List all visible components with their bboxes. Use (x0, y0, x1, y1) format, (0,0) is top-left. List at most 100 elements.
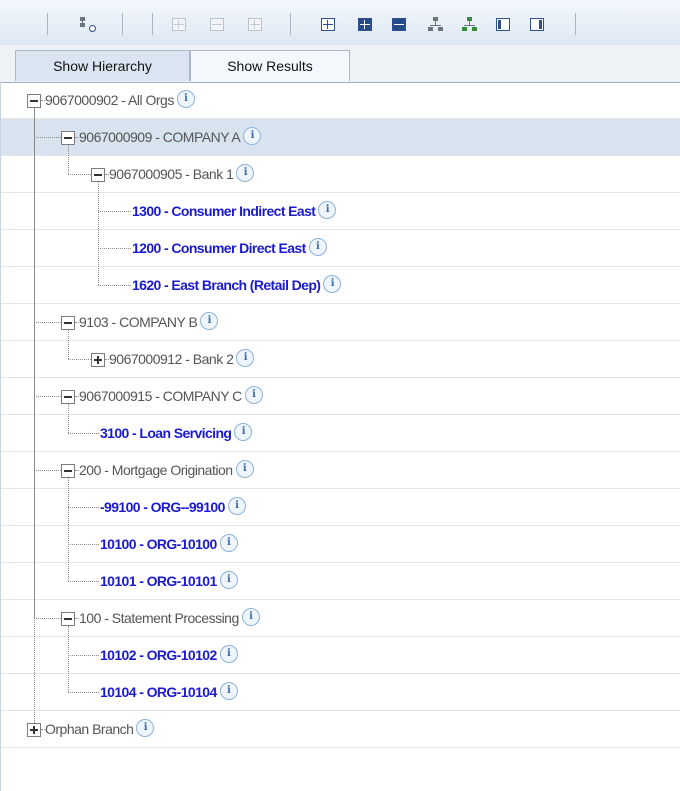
tab-bar: Show Hierarchy Show Results (0, 45, 680, 83)
tree-node-org-label[interactable]: 9067000902 - All Orgs i (45, 82, 195, 119)
tree-row[interactable]: 9067000905 - Bank 1i (1, 156, 680, 193)
collapse-icon[interactable] (91, 168, 105, 182)
tree-row[interactable]: 9067000909 - COMPANY Ai (1, 119, 680, 156)
column-right-icon[interactable] (530, 18, 544, 31)
info-icon[interactable]: i (227, 497, 246, 516)
expand-level-icon[interactable] (358, 18, 372, 31)
info-icon[interactable]: i (241, 608, 260, 627)
tree-node-org-label[interactable]: 9067000915 - COMPANY Ci (79, 378, 263, 415)
tree-row[interactable]: 9103 - COMPANY Bi (1, 304, 680, 341)
tree-row[interactable]: 10100 - ORG-10100 i (1, 526, 680, 563)
tree-node-leaf-label[interactable]: 10100 - ORG-10100 i (100, 526, 238, 563)
tree-node-text: 1620 - East Branch (Retail Dep) (132, 277, 321, 293)
tree-connector (68, 581, 99, 582)
info-icon[interactable]: i (244, 386, 263, 405)
info-icon[interactable]: i (234, 423, 253, 442)
tree-node-org-label[interactable]: 100 - Statement Processing i (79, 600, 260, 637)
collapse-icon[interactable] (61, 612, 75, 626)
tree-node-text: 10104 - ORG-10104 (100, 684, 217, 700)
tree-row[interactable]: 10102 - ORG-10102 i (1, 637, 680, 674)
expand-icon[interactable] (91, 353, 105, 367)
edit-node-icon[interactable] (210, 18, 224, 31)
search-hierarchy-icon[interactable] (80, 17, 96, 32)
tab-show-results[interactable]: Show Results (190, 50, 350, 81)
collapse-icon[interactable] (61, 464, 75, 478)
tree-row[interactable]: 1300 - Consumer Indirect East i (1, 193, 680, 230)
tree-row[interactable]: 10104 - ORG-10104 i (1, 674, 680, 711)
tree-node-org-label[interactable]: 9067000905 - Bank 1i (109, 156, 255, 193)
tree-node-leaf-label[interactable]: 3100 - Loan Servicing i (100, 415, 253, 452)
info-icon[interactable]: i (308, 238, 327, 257)
info-icon[interactable]: i (236, 349, 255, 368)
info-icon[interactable]: i (243, 127, 262, 146)
tree-row[interactable]: -99100 - ORG--99100 i (1, 489, 680, 526)
add-node-icon[interactable] (172, 18, 186, 31)
info-icon[interactable]: i (219, 682, 238, 701)
delete-node-icon[interactable] (248, 18, 262, 31)
tree-row[interactable]: 10101 - ORG-10101 i (1, 563, 680, 600)
tree-row[interactable]: 3100 - Loan Servicing i (1, 415, 680, 452)
toolbar-separator (47, 13, 48, 35)
tree-layout-icon[interactable] (462, 17, 478, 32)
tree-node-text: 10100 - ORG-10100 (100, 536, 217, 552)
expand-all-icon[interactable] (321, 18, 335, 31)
tree-node-leaf-label[interactable]: 1300 - Consumer Indirect East i (132, 193, 337, 230)
info-icon[interactable]: i (219, 645, 238, 664)
collapse-icon[interactable] (61, 316, 75, 330)
tree-node-text: 10102 - ORG-10102 (100, 647, 217, 663)
tree-node-text: 9067000909 - COMPANY A (79, 129, 241, 145)
expand-icon[interactable] (27, 723, 41, 737)
org-chart-icon[interactable] (428, 17, 444, 32)
info-icon[interactable]: i (219, 534, 238, 553)
info-icon[interactable]: i (136, 719, 155, 738)
tree-connector (34, 618, 61, 619)
tree-node-leaf-label[interactable]: 10101 - ORG-10101 i (100, 563, 238, 600)
tree-connector (68, 692, 99, 693)
collapse-icon[interactable] (61, 390, 75, 404)
tree-guide-line (68, 626, 69, 692)
tree-node-org-label[interactable]: Orphan Branch i (45, 711, 155, 748)
tree-node-text: 9067000905 - Bank 1 (109, 166, 234, 182)
tree-connector (68, 655, 99, 656)
toolbar-separator (122, 13, 123, 35)
tab-show-hierarchy[interactable]: Show Hierarchy (15, 50, 190, 81)
tree-node-org-label[interactable]: 9067000909 - COMPANY Ai (79, 119, 262, 156)
tree-connector (34, 137, 61, 138)
info-icon[interactable]: i (236, 164, 255, 183)
tree-row[interactable]: Orphan Branch i (1, 711, 680, 748)
toolbar-separator (575, 13, 576, 35)
tree-node-org-label[interactable]: 200 - Mortgage Origination i (79, 452, 254, 489)
info-icon[interactable]: i (200, 312, 219, 331)
tree-guide-line (68, 404, 69, 433)
tree-row[interactable]: 9067000912 - Bank 2i (1, 341, 680, 378)
info-icon[interactable]: i (219, 571, 238, 590)
tree-node-leaf-label[interactable]: 10104 - ORG-10104 i (100, 674, 238, 711)
tree-node-leaf-label[interactable]: 1200 - Consumer Direct East i (132, 230, 327, 267)
collapse-icon[interactable] (61, 131, 75, 145)
tree-node-text: 9103 - COMPANY B (79, 314, 198, 330)
tree-node-text: Orphan Branch (45, 721, 134, 737)
info-icon[interactable]: i (323, 275, 342, 294)
tree-node-text: 10101 - ORG-10101 (100, 573, 217, 589)
info-icon[interactable]: i (318, 201, 337, 220)
tree-row[interactable]: 9067000915 - COMPANY Ci (1, 378, 680, 415)
info-icon[interactable]: i (235, 460, 254, 479)
tree-row[interactable]: 1620 - East Branch (Retail Dep) i (1, 267, 680, 304)
tree-node-leaf-label[interactable]: 10102 - ORG-10102 i (100, 637, 238, 674)
tree-row[interactable]: 200 - Mortgage Origination i (1, 452, 680, 489)
collapse-icon[interactable] (27, 94, 41, 108)
collapse-level-icon[interactable] (392, 18, 406, 31)
tree-node-org-label[interactable]: 9103 - COMPANY Bi (79, 304, 219, 341)
tree-node-org-label[interactable]: 9067000912 - Bank 2i (109, 341, 255, 378)
tree-row[interactable]: 1200 - Consumer Direct East i (1, 230, 680, 267)
column-left-icon[interactable] (496, 18, 510, 31)
tree-connector (68, 433, 99, 434)
tree-guide-line (98, 182, 99, 285)
tree-node-leaf-label[interactable]: -99100 - ORG--99100 i (100, 489, 246, 526)
tree-node-leaf-label[interactable]: 1620 - East Branch (Retail Dep) i (132, 267, 342, 304)
info-icon[interactable]: i (176, 90, 195, 109)
tree-node-text: -99100 - ORG--99100 (100, 499, 225, 515)
tree-row[interactable]: 9067000902 - All Orgs i (1, 82, 680, 119)
tree-guide-line (68, 478, 69, 581)
tree-row[interactable]: 100 - Statement Processing i (1, 600, 680, 637)
